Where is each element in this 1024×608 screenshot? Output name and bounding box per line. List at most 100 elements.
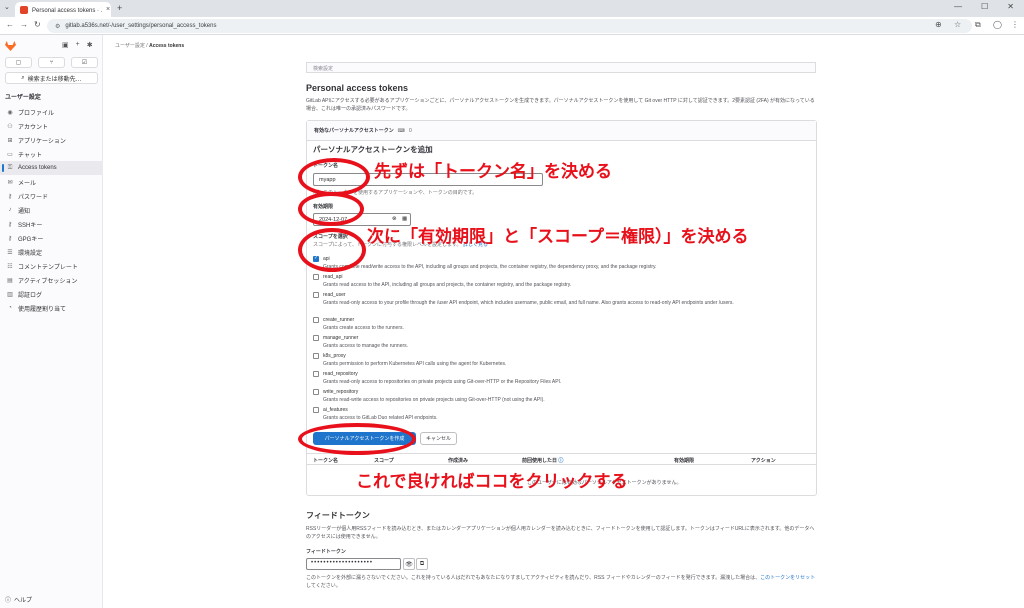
bookmark-star-icon[interactable]: ☆	[954, 20, 961, 29]
bell-icon: ♪	[8, 207, 12, 213]
sidebar-item-chat[interactable]: ▭ チャット	[0, 147, 103, 161]
col-actions: アクション	[751, 458, 776, 464]
copy-icon[interactable]: ⧉	[416, 558, 428, 570]
todo-button[interactable]: ☑	[71, 57, 98, 68]
sidebar-item-sessions[interactable]: ▤ アクティブセッション	[0, 273, 103, 287]
breadcrumb-parent[interactable]: ユーザー設定	[115, 43, 145, 49]
sidebar-item-mail[interactable]: ✉ メール	[0, 175, 103, 189]
scope-description: Grants read-only access to your profile …	[323, 300, 734, 306]
feed-token-description: RSSリーダーが個人用RSSフィードを読み込むとき、またはカレンダーアプリケーシ…	[306, 526, 815, 540]
sidebar-item-label: チャット	[18, 152, 42, 159]
log-icon: ▥	[7, 291, 13, 298]
new-tab-icon[interactable]: +	[117, 3, 122, 13]
merge-requests-button[interactable]: ⑂	[38, 57, 65, 68]
scope-checkbox[interactable]	[313, 389, 319, 395]
sidebar-item-label: アカウント	[18, 124, 49, 131]
browser-menu-icon[interactable]: ⋮	[1011, 20, 1019, 29]
sidebar: ▣ + ✱ ▢ ⑂ ☑ ⌕ 検索または移動先… ユーザー設定 ◉ プロファイル ⚇ ア…	[0, 35, 103, 608]
applications-icon: ⊞	[7, 137, 13, 144]
sessions-icon: ▤	[7, 277, 13, 284]
help-button[interactable]: ⓘ ヘルプ	[5, 595, 32, 604]
sidebar-item-gpg-key[interactable]: ⚷ GPGキー	[0, 231, 103, 245]
search-icon: ⌕	[21, 74, 25, 81]
scope-name[interactable]: read_repository	[323, 371, 358, 377]
sidebar-item-profile[interactable]: ◉ プロファイル	[0, 105, 103, 119]
breadcrumb-current[interactable]: Access tokens	[149, 43, 184, 49]
scope-name[interactable]: manage_runner	[323, 335, 358, 341]
scope-name[interactable]: read_api	[323, 274, 342, 280]
token-count: 0	[408, 127, 412, 134]
minimize-icon[interactable]: —	[954, 2, 962, 11]
extensions-icon[interactable]: ⧉	[975, 20, 981, 30]
scope-checkbox[interactable]	[313, 353, 319, 359]
profile-icon[interactable]: ◯	[993, 20, 1002, 29]
scope-name[interactable]: create_runner	[323, 317, 354, 323]
tab-list-icon[interactable]: ⌄	[4, 3, 10, 11]
sidebar-menu: ◉ プロファイル ⚇ アカウント ⊞ アプリケーション ▭ チャット ⚿ Access token…	[0, 105, 103, 315]
feed-token-label: フィードトークン	[306, 549, 346, 555]
annotation-step3: これで良ければココをクリックする	[356, 472, 628, 492]
annotation-step1: 先ずは「トークン名」を決める	[374, 162, 612, 182]
col-expires: 有効期限	[674, 458, 695, 464]
sidebar-item-account[interactable]: ⚇ アカウント	[0, 119, 103, 133]
scope-name[interactable]: k8s_proxy	[323, 353, 346, 359]
close-tab-icon[interactable]: ×	[106, 6, 110, 13]
preferences-icon: ☰	[7, 249, 13, 256]
sidebar-item-password[interactable]: ⚷ パスワード	[0, 189, 103, 203]
browser-tabstrip: ⌄ Personal access tokens · ユーザ… × + — ☐ …	[0, 0, 1024, 17]
reset-feed-token-link[interactable]: このトークンをリセット	[760, 575, 815, 581]
sidebar-item-applications[interactable]: ⊞ アプリケーション	[0, 133, 103, 147]
sidebar-item-label: 認証ログ	[18, 292, 43, 299]
gitlab-logo-icon[interactable]	[5, 41, 16, 51]
avatar-icon[interactable]: ✱	[87, 41, 93, 49]
mail-icon: ✉	[7, 179, 13, 186]
password-icon: ⚷	[7, 193, 13, 200]
sidebar-item-label: 環境設定	[18, 250, 43, 257]
token-count-icon: ⌨	[397, 127, 405, 134]
scope-name[interactable]: ai_features	[323, 407, 348, 413]
back-icon[interactable]: ←	[6, 20, 14, 29]
issues-button[interactable]: ▢	[5, 57, 32, 68]
tokens-table-header: トークン名 スコープ 作成済み 前回使用した日 ⓘ 有効期限 アクション	[307, 453, 816, 465]
site-info-icon[interactable]: ⚙	[55, 23, 60, 30]
scope-checkbox[interactable]	[313, 335, 319, 341]
scope-checkbox[interactable]	[313, 407, 319, 413]
sidebar-item-usage[interactable]: ◔ 使用履歴割り当て	[0, 301, 103, 315]
gpg-key-icon: ⚷	[7, 235, 13, 242]
create-new-icon[interactable]: +	[76, 41, 80, 49]
sidebar-item-comment-template[interactable]: ☷ コメントテンプレート	[0, 259, 103, 273]
settings-search-input[interactable]: 検索設定	[306, 62, 816, 73]
scope-name[interactable]: read_user	[323, 292, 346, 298]
merge-request-icon: ⑂	[49, 59, 54, 66]
scope-checkbox[interactable]	[313, 292, 319, 298]
reload-icon[interactable]: ↻	[34, 20, 41, 29]
window-controls: — ☐ ✕	[954, 2, 1014, 11]
panel-toggle-icon[interactable]: ▣	[62, 41, 69, 49]
sidebar-item-log[interactable]: ▥ 認証ログ	[0, 287, 103, 301]
scope-name[interactable]: write_repository	[323, 389, 358, 395]
sidebar-item-preferences[interactable]: ☰ 環境設定	[0, 245, 103, 259]
help-label: ヘルプ	[14, 598, 33, 604]
sidebar-search-button[interactable]: ⌕ 検索または移動先…	[5, 72, 98, 84]
reveal-eye-icon[interactable]: 👁	[403, 558, 415, 570]
scope-checkbox[interactable]	[313, 317, 319, 323]
sidebar-item-label: パスワード	[18, 194, 49, 201]
scope-checkbox[interactable]	[313, 371, 319, 377]
window-close-icon[interactable]: ✕	[1007, 2, 1014, 11]
url-field[interactable]: ⚙ gitlab.a536s.net/-/user_settings/perso…	[47, 19, 972, 33]
sidebar-item-label: GPGキー	[18, 236, 44, 243]
form-title: パーソナルアクセストークンを追加	[313, 145, 433, 154]
forward-icon[interactable]: →	[20, 20, 28, 29]
sidebar-item-bell[interactable]: ♪ 通知	[0, 203, 103, 217]
cancel-button[interactable]: キャンセル	[420, 432, 457, 445]
scope-checkbox[interactable]	[313, 274, 319, 280]
url-text: gitlab.a536s.net/-/user_settings/persona…	[65, 23, 217, 29]
browser-tab[interactable]: Personal access tokens · ユーザ… ×	[15, 2, 111, 17]
feed-token-field[interactable]: ••••••••••••••••••••	[306, 558, 401, 570]
sidebar-item-key[interactable]: ⚷ SSHキー	[0, 217, 103, 231]
maximize-icon[interactable]: ☐	[981, 2, 988, 11]
zoom-icon[interactable]: ⊕	[935, 20, 942, 29]
sidebar-item-token[interactable]: ⚿ Access tokens	[0, 161, 103, 175]
page-description: GitLab APIにアクセスする必要があるアプリケーションごとに、パーソナルア…	[306, 98, 815, 112]
help-circle-icon[interactable]: ⓘ	[558, 458, 563, 464]
